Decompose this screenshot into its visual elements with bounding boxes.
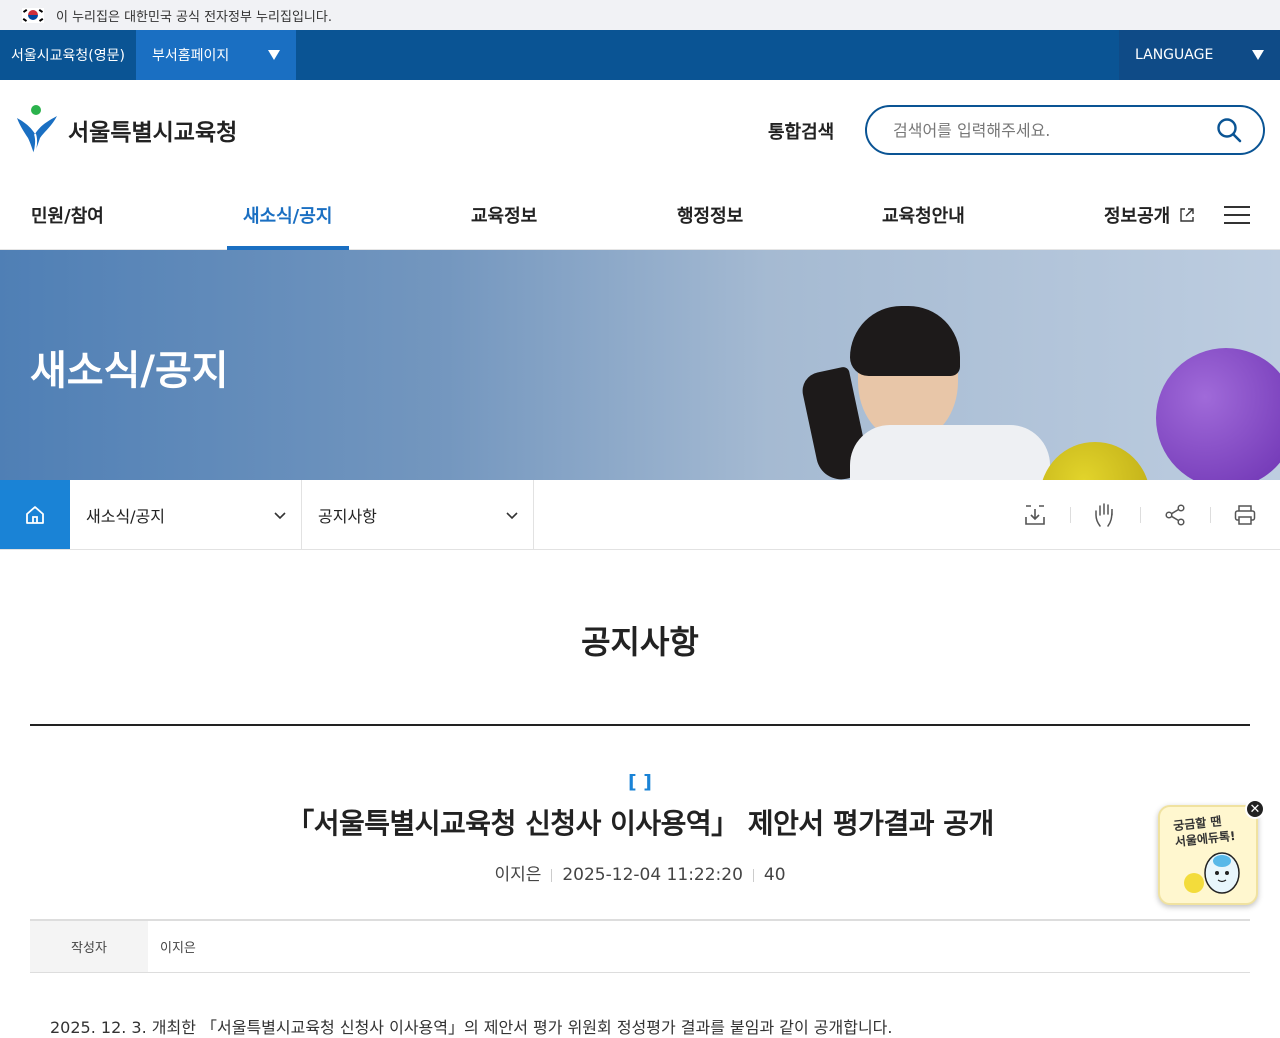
gnb-item-disclosure-label: 정보공개 (1104, 206, 1171, 227)
print-button[interactable] (1210, 480, 1280, 550)
chevron-down-icon (274, 511, 286, 519)
post-body-text: 2025. 12. 3. 개최한 「서울특별시교육청 신청사 이사용역」의 제안… (50, 1018, 893, 1037)
home-icon (26, 505, 44, 524)
breadcrumb-depth1[interactable]: 새소식/공지 (70, 480, 302, 549)
hand-button[interactable] (1070, 480, 1140, 550)
dept-homepage-label: 부서홈페이지 (152, 48, 230, 64)
post-date: 2025-12-04 11:22:20 (562, 865, 743, 885)
logo-text: 서울특별시교육청 (68, 120, 238, 146)
hand-icon (1095, 503, 1113, 527)
korea-flag-icon (22, 7, 44, 23)
language-label: LANGUAGE (1135, 47, 1214, 63)
menu-icon[interactable] (1224, 206, 1250, 230)
search-label: 통합검색 (768, 122, 835, 143)
home-button[interactable] (0, 480, 70, 549)
hero-image-purple-ball (1156, 348, 1280, 480)
dropdown-arrow-icon (1252, 50, 1264, 60)
site-logo[interactable]: 서울특별시교육청 (14, 104, 237, 156)
download-icon (1025, 505, 1045, 525)
seoul-edutalk-banner[interactable]: 궁금할 땐 서울에듀톡! (1158, 805, 1258, 905)
post-views: 40 (763, 865, 786, 885)
share-icon (1165, 504, 1185, 526)
hero-image-shirt (850, 425, 1050, 480)
hero-image-hair (850, 306, 960, 376)
seoul-education-logo-icon (17, 105, 57, 155)
location-bar: 새소식/공지 공지사항 (0, 480, 1280, 550)
search-input[interactable] (893, 120, 1215, 140)
gnb-item-education-info[interactable]: 교육정보 (471, 202, 537, 228)
page-tools (1000, 480, 1280, 550)
page-title: 공지사항 (581, 623, 699, 661)
post-category: [ ] (628, 771, 652, 793)
gnb-item-office-guide[interactable]: 교육청안내 (882, 202, 965, 228)
main-navigation: 민원/참여 새소식/공지 교육정보 행정정보 교육청안내 정보공개 (0, 180, 1280, 250)
site-header: 서울특별시교육청 통합검색 (0, 80, 1280, 180)
gov-banner-text[interactable]: 이 누리집은 대한민국 공식 전자정부 누리집입니다. (56, 6, 332, 25)
download-button[interactable] (1000, 480, 1070, 550)
gnb-item-admin-info[interactable]: 행정정보 (677, 202, 743, 228)
post-title: 「서울특별시교육청 신청사 이사용역」 제안서 평가결과 공개 (286, 807, 994, 840)
gnb-item-news[interactable]: 새소식/공지 (243, 202, 332, 228)
share-button[interactable] (1140, 480, 1210, 550)
breadcrumb-depth2-label: 공지사항 (318, 506, 377, 526)
mascot-icon (1184, 852, 1240, 894)
post-meta: 이지은 2025-12-04 11:22:20 40 (0, 860, 1280, 885)
hero-banner: 새소식/공지 (0, 250, 1280, 480)
post-info-table: 작성자 이지은 (30, 919, 1250, 973)
gov-banner: 이 누리집은 대한민국 공식 전자정부 누리집입니다. (0, 0, 1280, 30)
post-author: 이지은 (494, 865, 542, 885)
language-select[interactable]: LANGUAGE (1119, 30, 1280, 80)
breadcrumb-depth2[interactable]: 공지사항 (302, 480, 534, 549)
search-icon[interactable] (1215, 116, 1243, 144)
search-box (865, 105, 1265, 155)
breadcrumb-depth1-label: 새소식/공지 (86, 506, 165, 526)
hero-image-yellow-ball (1040, 442, 1150, 480)
info-value-author: 이지은 (160, 941, 196, 956)
dropdown-arrow-icon (268, 50, 280, 60)
external-link-icon (1179, 208, 1194, 222)
gnb-item-disclosure[interactable]: 정보공개 (1104, 202, 1195, 228)
title-divider (30, 724, 1250, 726)
close-icon: ✕ (1249, 801, 1261, 817)
hero-title: 새소식/공지 (30, 348, 229, 394)
english-site-link[interactable]: 서울시교육청(영문) (0, 30, 136, 80)
chevron-down-icon (506, 511, 518, 519)
top-nav: 서울시교육청(영문) 부서홈페이지 LANGUAGE (0, 30, 1280, 80)
gnb-item-civil[interactable]: 민원/참여 (31, 202, 104, 228)
info-label-author: 작성자 (30, 921, 148, 972)
dept-homepage-select[interactable]: 부서홈페이지 (136, 30, 296, 80)
print-icon (1234, 505, 1256, 525)
banner-close-button[interactable]: ✕ (1245, 799, 1265, 819)
banner-text: 궁금할 땐 서울에듀톡! (1172, 812, 1236, 850)
